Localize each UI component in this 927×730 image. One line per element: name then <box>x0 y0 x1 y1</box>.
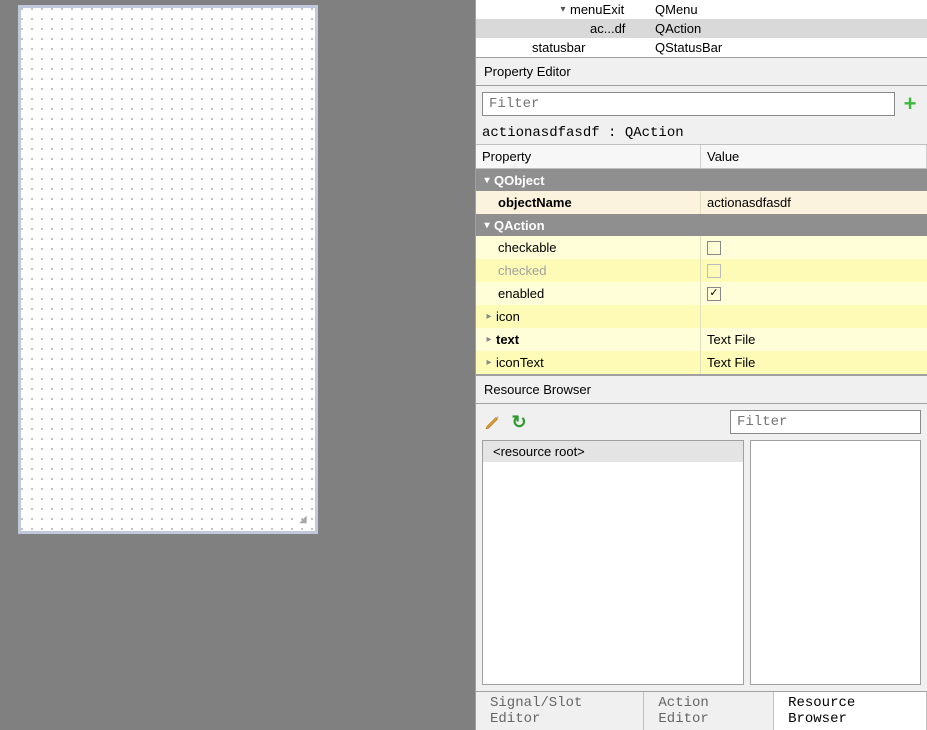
chevron-right-icon[interactable]: ▸ <box>482 351 496 374</box>
object-inspector-tree[interactable]: ▾ menuExit QMenu ac...df QAction statusb… <box>476 0 927 58</box>
tree-row[interactable]: ▾ menuExit QMenu <box>476 0 927 19</box>
checkbox[interactable] <box>707 241 721 255</box>
pencil-icon[interactable] <box>482 411 504 433</box>
prop-row-icontext[interactable]: ▸iconText Text File <box>476 351 927 374</box>
prop-label: iconText <box>496 351 544 374</box>
canvas-grid <box>21 8 315 531</box>
chevron-down-icon[interactable]: ▾ <box>556 0 570 19</box>
right-panel: ▾ menuExit QMenu ac...df QAction statusb… <box>475 0 927 730</box>
selected-object-label: actionasdfasdf : QAction <box>476 122 927 145</box>
prop-label: checkable <box>498 236 557 259</box>
chevron-right-icon[interactable]: ▸ <box>482 328 496 351</box>
tree-item-class: QMenu <box>651 0 927 19</box>
resource-toolbar: ↻ <box>476 404 927 440</box>
resource-preview <box>750 440 921 685</box>
property-table-body: ▾ QObject objectName actionasdfasdf ▾ QA… <box>476 169 927 374</box>
checkbox <box>707 264 721 278</box>
prop-label: checked <box>498 259 546 282</box>
prop-row-icon[interactable]: ▸icon <box>476 305 927 328</box>
resource-browser-panel: Resource Browser ↻ <resource root> <box>476 374 927 691</box>
prop-row-checkable[interactable]: checkable <box>476 236 927 259</box>
prop-value[interactable] <box>701 305 927 328</box>
tree-item-name: statusbar <box>532 38 585 57</box>
tree-item-name: menuExit <box>570 0 624 19</box>
chevron-right-icon[interactable]: ▸ <box>482 305 496 328</box>
prop-label: enabled <box>498 282 544 305</box>
tab-action-editor[interactable]: Action Editor <box>644 692 774 730</box>
prop-label: text <box>496 328 519 351</box>
resize-grip-icon[interactable]: ◢ <box>299 515 311 527</box>
checkbox[interactable]: ✓ <box>707 287 721 301</box>
tree-item-name: ac...df <box>590 19 625 38</box>
chevron-down-icon: ▾ <box>480 220 494 231</box>
property-filter-input[interactable] <box>482 92 895 116</box>
prop-value[interactable]: actionasdfasdf <box>701 191 927 214</box>
prop-value[interactable]: Text File <box>701 351 927 374</box>
resource-filter-input[interactable] <box>730 410 921 434</box>
tab-signal-slot[interactable]: Signal/Slot Editor <box>476 692 644 730</box>
prop-row-checked[interactable]: checked <box>476 259 927 282</box>
tree-row[interactable]: ac...df QAction <box>476 19 927 38</box>
refresh-icon[interactable]: ↻ <box>508 411 530 433</box>
prop-value[interactable]: Text File <box>701 328 927 351</box>
resource-body: <resource root> <box>476 440 927 691</box>
plus-icon[interactable]: + <box>899 93 921 115</box>
property-filter-row: + <box>476 86 927 122</box>
prop-row-objectname[interactable]: objectName actionasdfasdf <box>476 191 927 214</box>
tree-item-class: QAction <box>651 19 927 38</box>
prop-label: icon <box>496 305 520 328</box>
tree-item-class: QStatusBar <box>651 38 927 57</box>
resource-root-item[interactable]: <resource root> <box>483 441 743 462</box>
property-table-header: Property Value <box>476 145 927 169</box>
resource-tree[interactable]: <resource root> <box>482 440 744 685</box>
prop-row-enabled[interactable]: enabled ✓ <box>476 282 927 305</box>
resource-browser-title: Resource Browser <box>476 375 927 404</box>
design-canvas[interactable]: ◢ <box>18 5 318 534</box>
bottom-tabs: Signal/Slot Editor Action Editor Resourc… <box>476 691 927 730</box>
group-qobject[interactable]: ▾ QObject <box>476 169 927 191</box>
tree-row[interactable]: statusbar QStatusBar <box>476 38 927 57</box>
group-qaction[interactable]: ▾ QAction <box>476 214 927 236</box>
chevron-down-icon: ▾ <box>480 175 494 186</box>
header-property: Property <box>476 145 701 168</box>
prop-row-text[interactable]: ▸text Text File <box>476 328 927 351</box>
prop-label: objectName <box>498 191 572 214</box>
design-area: ◢ <box>0 0 475 730</box>
tab-resource-browser[interactable]: Resource Browser <box>774 692 927 730</box>
property-editor-title: Property Editor <box>476 58 927 86</box>
header-value: Value <box>701 145 927 168</box>
